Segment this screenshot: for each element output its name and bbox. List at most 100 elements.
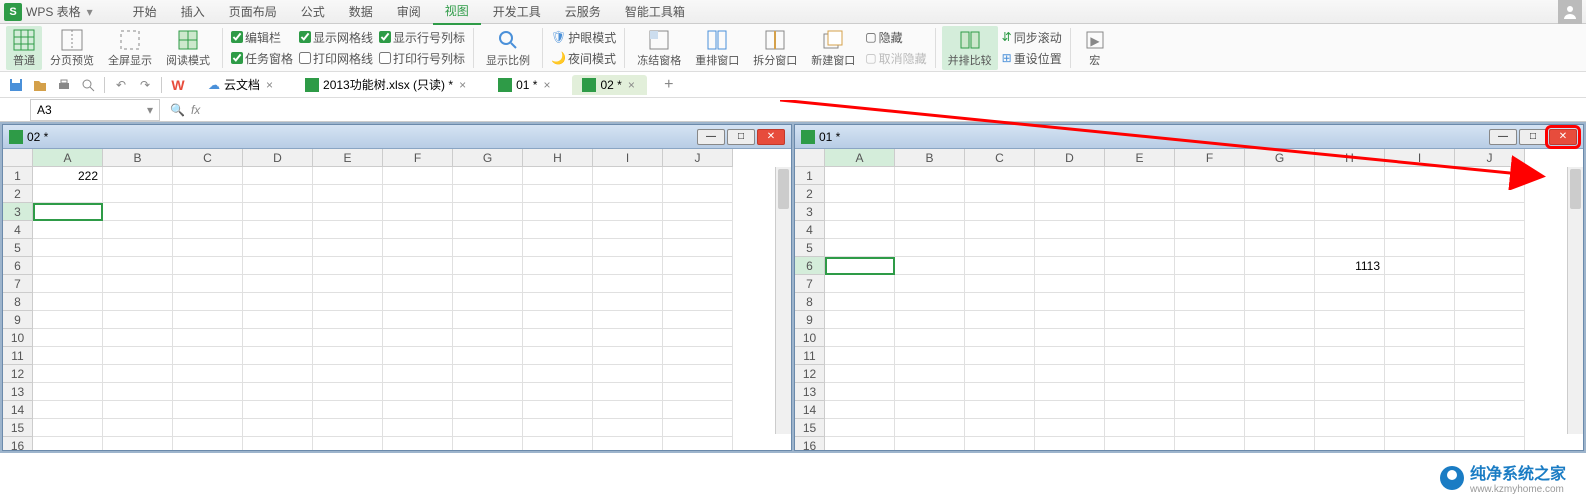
pane-close-button[interactable]: ✕ bbox=[757, 129, 785, 145]
cell[interactable] bbox=[313, 437, 383, 450]
col-header[interactable]: A bbox=[825, 149, 895, 167]
cell[interactable] bbox=[1315, 311, 1385, 329]
row-header[interactable]: 15 bbox=[3, 419, 33, 437]
cell[interactable] bbox=[173, 365, 243, 383]
eye-protect-button[interactable]: 🛡护眼模式 bbox=[549, 28, 618, 47]
cell[interactable] bbox=[313, 401, 383, 419]
cell[interactable] bbox=[383, 329, 453, 347]
arrange-button[interactable]: 重排窗口 bbox=[689, 26, 745, 70]
cell[interactable] bbox=[965, 365, 1035, 383]
cell[interactable] bbox=[313, 347, 383, 365]
cell[interactable] bbox=[523, 275, 593, 293]
hide-button[interactable]: ▢隐藏 bbox=[863, 28, 928, 47]
menu-review[interactable]: 审阅 bbox=[385, 0, 433, 24]
cell[interactable] bbox=[1035, 257, 1105, 275]
cell[interactable] bbox=[825, 293, 895, 311]
cell[interactable] bbox=[825, 239, 895, 257]
cell[interactable] bbox=[1105, 401, 1175, 419]
cell[interactable] bbox=[243, 437, 313, 450]
menu-start[interactable]: 开始 bbox=[121, 0, 169, 24]
cell[interactable] bbox=[663, 203, 733, 221]
cell[interactable] bbox=[313, 293, 383, 311]
cell[interactable] bbox=[965, 401, 1035, 419]
pane-left-titlebar[interactable]: 02 * — □ ✕ bbox=[3, 125, 791, 149]
cell[interactable] bbox=[33, 275, 103, 293]
cell[interactable] bbox=[825, 419, 895, 437]
cell[interactable] bbox=[1315, 401, 1385, 419]
cell[interactable] bbox=[243, 383, 313, 401]
cell[interactable] bbox=[1455, 239, 1525, 257]
cell[interactable] bbox=[523, 383, 593, 401]
cell[interactable] bbox=[663, 239, 733, 257]
cell[interactable] bbox=[1455, 329, 1525, 347]
cell[interactable] bbox=[895, 311, 965, 329]
reset-pos-button[interactable]: ⊞重设位置 bbox=[1000, 49, 1064, 68]
cell[interactable] bbox=[1175, 311, 1245, 329]
cell[interactable] bbox=[663, 347, 733, 365]
cell[interactable] bbox=[965, 185, 1035, 203]
cell[interactable] bbox=[1105, 365, 1175, 383]
col-header[interactable]: F bbox=[1175, 149, 1245, 167]
cell[interactable] bbox=[1035, 185, 1105, 203]
cell[interactable] bbox=[1455, 347, 1525, 365]
cell[interactable] bbox=[243, 185, 313, 203]
cell[interactable] bbox=[593, 167, 663, 185]
cell[interactable] bbox=[593, 257, 663, 275]
cell[interactable] bbox=[1455, 437, 1525, 450]
cell[interactable] bbox=[173, 167, 243, 185]
cell[interactable] bbox=[313, 275, 383, 293]
cell[interactable] bbox=[173, 275, 243, 293]
menu-smarttools[interactable]: 智能工具箱 bbox=[613, 0, 697, 24]
chk-print-gridlines[interactable]: 打印网格线 bbox=[297, 49, 375, 68]
cell[interactable] bbox=[1315, 239, 1385, 257]
view-normal-button[interactable]: 普通 bbox=[6, 26, 42, 70]
cell[interactable] bbox=[33, 203, 103, 221]
cell[interactable] bbox=[1175, 167, 1245, 185]
fx-label[interactable]: fx bbox=[191, 103, 200, 117]
macro-button[interactable]: ▶ 宏 bbox=[1077, 26, 1113, 70]
cell[interactable] bbox=[1245, 203, 1315, 221]
cell[interactable] bbox=[663, 257, 733, 275]
cell[interactable] bbox=[1035, 203, 1105, 221]
cell[interactable] bbox=[663, 167, 733, 185]
cell[interactable] bbox=[33, 347, 103, 365]
cell[interactable] bbox=[313, 203, 383, 221]
cell[interactable] bbox=[965, 293, 1035, 311]
cell[interactable] bbox=[173, 401, 243, 419]
cell[interactable] bbox=[103, 185, 173, 203]
cell[interactable] bbox=[1455, 311, 1525, 329]
pane-minimize-button[interactable]: — bbox=[697, 129, 725, 145]
cell[interactable] bbox=[825, 311, 895, 329]
chk-gridlines[interactable]: 显示网格线 bbox=[297, 28, 375, 47]
sync-scroll-button[interactable]: ⇵同步滚动 bbox=[1000, 28, 1064, 47]
cell[interactable] bbox=[965, 329, 1035, 347]
cell[interactable] bbox=[313, 311, 383, 329]
qat-open-button[interactable] bbox=[30, 75, 50, 95]
cell[interactable] bbox=[1455, 275, 1525, 293]
cell[interactable] bbox=[1315, 293, 1385, 311]
col-header[interactable]: I bbox=[1385, 149, 1455, 167]
cell[interactable] bbox=[1245, 401, 1315, 419]
cell[interactable] bbox=[965, 239, 1035, 257]
row-header[interactable]: 10 bbox=[795, 329, 825, 347]
cell[interactable] bbox=[825, 401, 895, 419]
cell[interactable] bbox=[1455, 257, 1525, 275]
pane-maximize-button[interactable]: □ bbox=[727, 129, 755, 145]
cell[interactable] bbox=[825, 275, 895, 293]
cell[interactable] bbox=[453, 437, 523, 450]
cell[interactable] bbox=[103, 347, 173, 365]
cell[interactable] bbox=[453, 383, 523, 401]
cell[interactable] bbox=[1035, 293, 1105, 311]
col-header[interactable]: E bbox=[313, 149, 383, 167]
cell[interactable] bbox=[663, 221, 733, 239]
cell[interactable] bbox=[1315, 167, 1385, 185]
cell[interactable] bbox=[33, 311, 103, 329]
cell[interactable] bbox=[1315, 329, 1385, 347]
cell[interactable] bbox=[1035, 437, 1105, 450]
cell[interactable] bbox=[895, 221, 965, 239]
col-header[interactable]: F bbox=[383, 149, 453, 167]
cell[interactable] bbox=[1035, 383, 1105, 401]
cell[interactable] bbox=[523, 239, 593, 257]
cell[interactable] bbox=[663, 293, 733, 311]
col-header[interactable]: D bbox=[1035, 149, 1105, 167]
